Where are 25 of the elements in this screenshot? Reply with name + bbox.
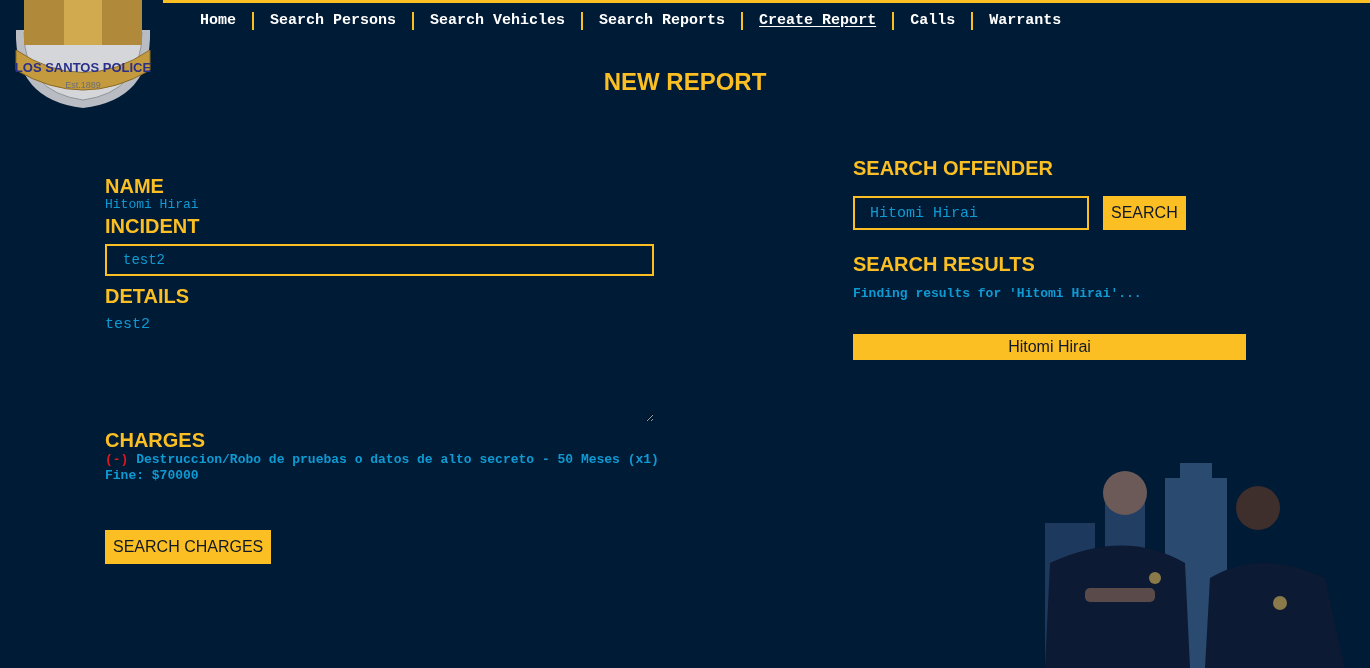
result-item[interactable]: Hitomi Hirai — [853, 333, 1246, 360]
nav-link[interactable]: Search Reports — [599, 9, 726, 33]
offender-search-field[interactable]: Hitomi Hirai — [853, 196, 1089, 230]
section-heading: CHARGES — [105, 428, 205, 452]
incident-field[interactable]: test2 — [105, 244, 654, 276]
nav-link[interactable]: Create Report — [759, 9, 877, 33]
search-status: Finding results for 'Hitomi Hirai'... — [853, 285, 1142, 303]
section-heading: INCIDENT — [105, 214, 200, 238]
nav-link[interactable]: Home — [200, 9, 236, 33]
charge-text: Destruccion/Robo de pruebas o datos de alto secreto - 50 Meses (x1) — [136, 452, 659, 467]
nav-link[interactable]: Search Vehicles — [430, 9, 566, 33]
search-charges-button[interactable]: SEARCH CHARGES — [105, 530, 272, 564]
section-heading: SEARCH OFFENDER — [853, 156, 1053, 180]
section-heading: SEARCH RESULTS — [853, 252, 1035, 276]
fine-amount: Fine: $70000 — [105, 468, 199, 484]
remove-link[interactable]: (-) — [105, 452, 129, 467]
details-field[interactable]: test2 — [105, 314, 654, 422]
search-button[interactable]: SEARCH — [1103, 196, 1186, 230]
nav-link[interactable]: Calls — [910, 9, 956, 33]
page-title: NEW REPORT — [603, 70, 767, 94]
section-heading: DETAILS — [105, 284, 190, 308]
name-value: Hitomi Hirai — [105, 198, 199, 212]
nav-link[interactable]: Search Persons — [270, 9, 397, 33]
nav-link[interactable]: Warrants — [989, 9, 1062, 33]
section-heading: NAME — [105, 174, 164, 198]
